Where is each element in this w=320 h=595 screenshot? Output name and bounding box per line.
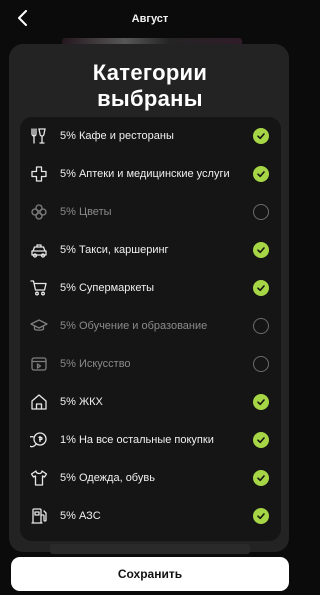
checked-icon[interactable] [253, 470, 269, 486]
top-bar: Август [0, 0, 300, 38]
category-label: 1% На все остальные покупки [60, 434, 214, 446]
category-label: 5% Цветы [60, 206, 112, 218]
coins-icon [30, 431, 48, 449]
category-label: 5% Аптеки и медицинские услуги [60, 168, 230, 180]
art-ticket-icon [30, 355, 48, 373]
house-icon [30, 393, 48, 411]
back-button[interactable] [12, 7, 34, 29]
category-row-other-purchases[interactable]: 1% На все остальные покупки [20, 421, 281, 459]
tshirt-icon [30, 469, 48, 487]
flower-icon [30, 203, 48, 221]
unchecked-icon[interactable] [253, 318, 269, 334]
category-row-cafe[interactable]: 5% Кафе и рестораны [20, 117, 281, 155]
checked-icon[interactable] [253, 128, 269, 144]
category-label: 5% Кафе и рестораны [60, 130, 174, 142]
unchecked-icon[interactable] [253, 356, 269, 372]
checked-icon[interactable] [253, 242, 269, 258]
category-row-gas-stations[interactable]: 5% АЗС [20, 497, 281, 535]
medical-cross-icon [30, 165, 48, 183]
checked-icon[interactable] [253, 432, 269, 448]
categories-list: 5% Кафе и рестораны 5% Аптеки и медицинс… [20, 117, 281, 541]
sheet-title-line-2: выбраны [97, 86, 203, 111]
category-label: 5% ЖКХ [60, 396, 103, 408]
category-label: 5% Искусство [60, 358, 131, 370]
checked-icon[interactable] [253, 166, 269, 182]
category-row-clothing[interactable]: 5% Одежда, обувь [20, 459, 281, 497]
background-strip [50, 544, 250, 554]
category-row-supermarkets[interactable]: 5% Супермаркеты [20, 269, 281, 307]
save-button-label: Сохранить [117, 567, 183, 581]
page-title: Август [131, 13, 169, 25]
chevron-left-icon [18, 10, 27, 26]
unchecked-icon[interactable] [253, 204, 269, 220]
checked-icon[interactable] [253, 508, 269, 524]
category-label: 5% Одежда, обувь [60, 472, 155, 484]
category-row-flowers[interactable]: 5% Цветы [20, 193, 281, 231]
category-label: 5% Обучение и образование [60, 320, 208, 332]
category-label: 5% АЗС [60, 510, 101, 522]
sheet-title-line-1: Категории [92, 60, 208, 85]
graduation-cap-icon [30, 317, 48, 335]
shopping-cart-icon [30, 279, 48, 297]
car-icon [30, 241, 48, 259]
sheet-title: Категории выбраны [0, 60, 300, 112]
save-button[interactable]: Сохранить [11, 557, 289, 591]
category-row-taxi[interactable]: 5% Такси, каршеринг [20, 231, 281, 269]
category-label: 5% Супермаркеты [60, 282, 155, 294]
fuel-pump-icon [30, 507, 48, 525]
fork-glass-icon [30, 127, 48, 145]
category-row-utilities[interactable]: 5% ЖКХ [20, 383, 281, 421]
checked-icon[interactable] [253, 280, 269, 296]
checked-icon[interactable] [253, 394, 269, 410]
category-row-pharmacy[interactable]: 5% Аптеки и медицинские услуги [20, 155, 281, 193]
category-label: 5% Такси, каршеринг [60, 244, 169, 256]
category-row-art[interactable]: 5% Искусство [20, 345, 281, 383]
category-row-education[interactable]: 5% Обучение и образование [20, 307, 281, 345]
